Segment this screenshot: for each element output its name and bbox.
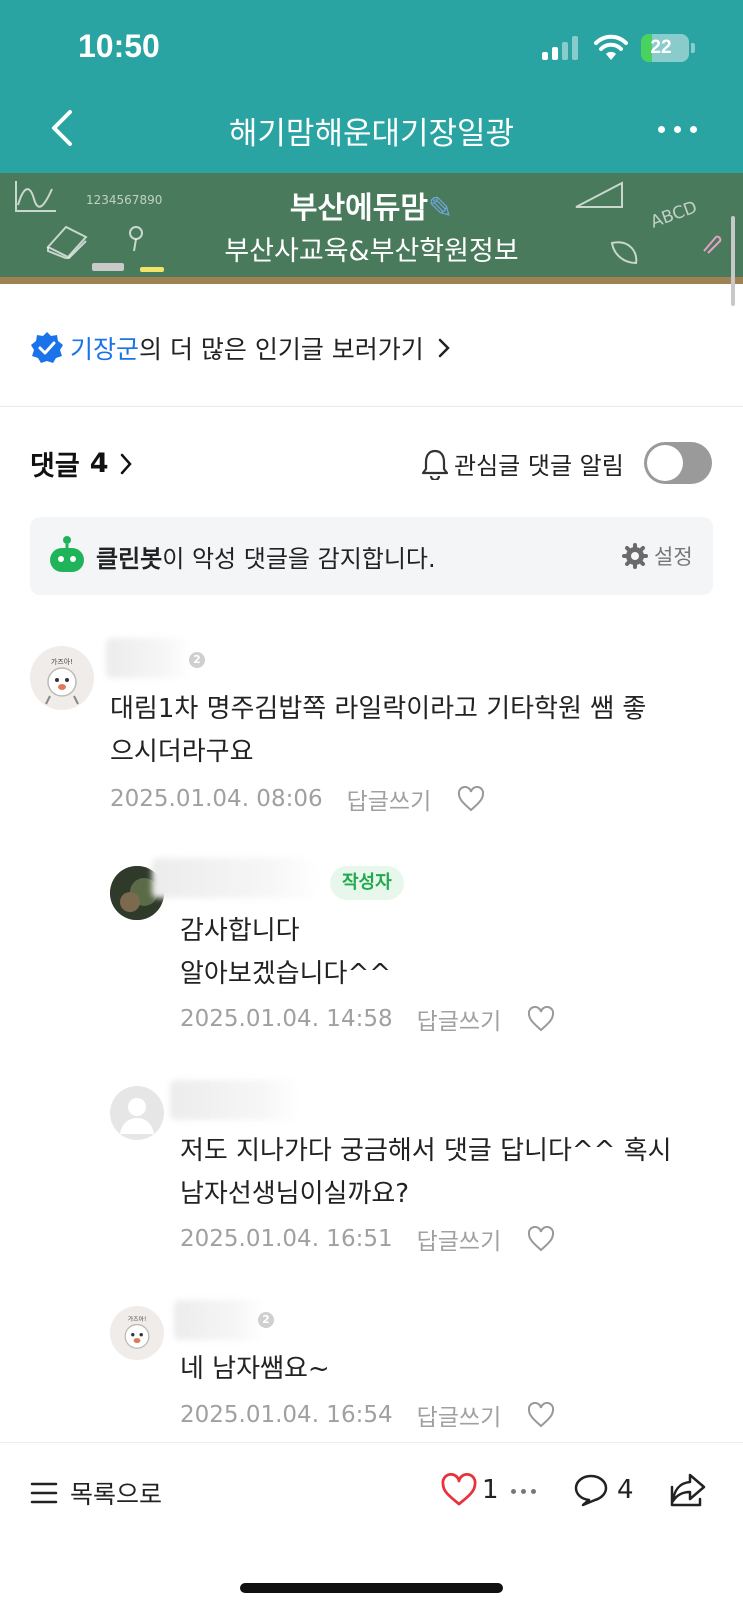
home-indicator (240, 1583, 503, 1593)
comment-time: 2025.01.04. 16:54 (180, 1402, 393, 1428)
app-header: 10:50 22 해기맘해운대기장일광 (0, 0, 743, 173)
cleanbot-name: 클린봇 (96, 545, 163, 573)
cafe-banner[interactable]: 1234567890 부산에듀맘✎ 부산사교육&부산학원정보 ABCD (0, 173, 743, 284)
likers-more-button[interactable] (511, 1489, 539, 1497)
blurred-nickname[interactable] (170, 1080, 300, 1120)
pencil-icon: ✎ (427, 191, 454, 226)
comments-label: 댓글 (30, 451, 80, 482)
comment-meta: 2025.01.04. 16:54 답글쓰기 (180, 1398, 555, 1432)
list-label: 목록으로 (70, 1480, 163, 1509)
reply-button[interactable]: 답글쓰기 (417, 1398, 502, 1432)
alarm-text: 관심글 댓글 알림 (454, 452, 624, 480)
share-icon[interactable] (668, 1469, 708, 1509)
region-name: 기장군 (70, 335, 140, 364)
comment-meta: 2025.01.04. 16:51 답글쓰기 (180, 1222, 555, 1256)
comments-count-link[interactable]: 댓글 4 (30, 444, 136, 483)
clip-doodle-icon (703, 235, 722, 254)
comment-time: 2025.01.04. 16:51 (180, 1226, 393, 1252)
comment-text: 저도 지나가다 궁금해서 댓글 답니다^^ 혹시 남자선생님이실까요? (180, 1136, 672, 1209)
scrollbar[interactable] (731, 216, 735, 306)
wifi-icon (594, 34, 628, 60)
cleanbot-robot-icon (50, 536, 84, 572)
cleanbot-notice: 클린봇이 악성 댓글을 감지합니다. 설정 (30, 517, 713, 595)
heart-icon[interactable] (457, 786, 485, 812)
popular-posts-link[interactable]: 기장군의 더 많은 인기글 보러가기 (30, 326, 454, 370)
like-button[interactable]: 1 (440, 1473, 499, 1507)
cleanbot-message: 이 악성 댓글을 감지합니다. (162, 545, 436, 573)
toggle-knob (647, 445, 683, 481)
comment-text: 감사합니다 알아보겠습니다^^ (180, 916, 392, 989)
more-options-button[interactable] (654, 112, 702, 148)
comment-meta: 2025.01.04. 08:06 답글쓰기 (110, 782, 485, 816)
blurred-nickname[interactable] (152, 858, 318, 898)
reply-button[interactable]: 답글쓰기 (417, 1222, 502, 1256)
chalkboard-ledge (0, 277, 743, 284)
ruler-doodle-icon (575, 181, 623, 208)
chevron-right-icon (438, 338, 450, 358)
blurred-nickname[interactable] (174, 1300, 264, 1340)
comment-text: 네 남자쌤요~ (180, 1354, 330, 1384)
avatar[interactable]: 가즈아! (30, 646, 94, 710)
reply-button[interactable]: 답글쓰기 (347, 782, 432, 816)
menu-icon (30, 1482, 58, 1504)
section-divider (0, 406, 743, 407)
battery-level: 22 (650, 37, 672, 58)
status-time: 10:50 (78, 28, 160, 64)
default-avatar-icon[interactable] (110, 1086, 164, 1140)
battery-icon: 22 (641, 34, 695, 62)
popular-link-text: 의 더 많은 인기글 보러가기 (139, 335, 424, 364)
comment-alarm-label: 관심글 댓글 알림 (420, 446, 624, 481)
settings-label: 설정 (654, 545, 693, 569)
back-to-list-button[interactable]: 목록으로 (30, 1475, 162, 1511)
heart-icon[interactable] (527, 1226, 555, 1252)
reply-button[interactable]: 답글쓰기 (417, 1002, 502, 1036)
cleanbot-settings-button[interactable]: 설정 (622, 541, 693, 571)
comment-alarm-toggle[interactable] (644, 442, 712, 484)
verified-badge-icon (31, 332, 63, 363)
gear-icon (622, 543, 648, 569)
comment-meta: 2025.01.04. 14:58 답글쓰기 (180, 1002, 555, 1036)
comment-count: 4 (617, 1475, 634, 1505)
bottom-action-bar: 목록으로 1 4 (0, 1442, 743, 1608)
member-level-badge: 2 (258, 1312, 274, 1328)
leaf-doodle-icon (610, 241, 638, 265)
author-badge: 작성자 (330, 866, 404, 900)
bell-icon (421, 449, 449, 480)
like-count: 1 (482, 1475, 499, 1505)
comments-count: 4 (89, 448, 109, 479)
speech-bubble-icon (574, 1474, 608, 1507)
cellular-signal-icon (542, 36, 578, 60)
banner-title: 부산에듀맘✎ (289, 191, 454, 226)
heart-icon[interactable] (527, 1006, 555, 1032)
comment-time: 2025.01.04. 08:06 (110, 786, 323, 812)
heart-icon (441, 1473, 477, 1506)
cafe-title: 해기맘해운대기장일광 (228, 116, 515, 152)
avatar[interactable]: 가즈아! (110, 1306, 164, 1360)
blurred-nickname[interactable] (106, 638, 190, 678)
svg-text:가즈아!: 가즈아! (128, 1315, 147, 1323)
svg-text:가즈아!: 가즈아! (51, 657, 73, 666)
comments-button[interactable]: 4 (573, 1473, 634, 1507)
comment-time: 2025.01.04. 14:58 (180, 1006, 393, 1032)
heart-icon[interactable] (527, 1402, 555, 1428)
back-button[interactable] (44, 106, 84, 150)
comment-text: 대림1차 명주김밥쪽 라일락이라고 기타학원 쌤 좋 으시더라구요 (110, 694, 647, 767)
chevron-right-icon (121, 453, 133, 474)
member-level-badge: 2 (189, 652, 205, 668)
